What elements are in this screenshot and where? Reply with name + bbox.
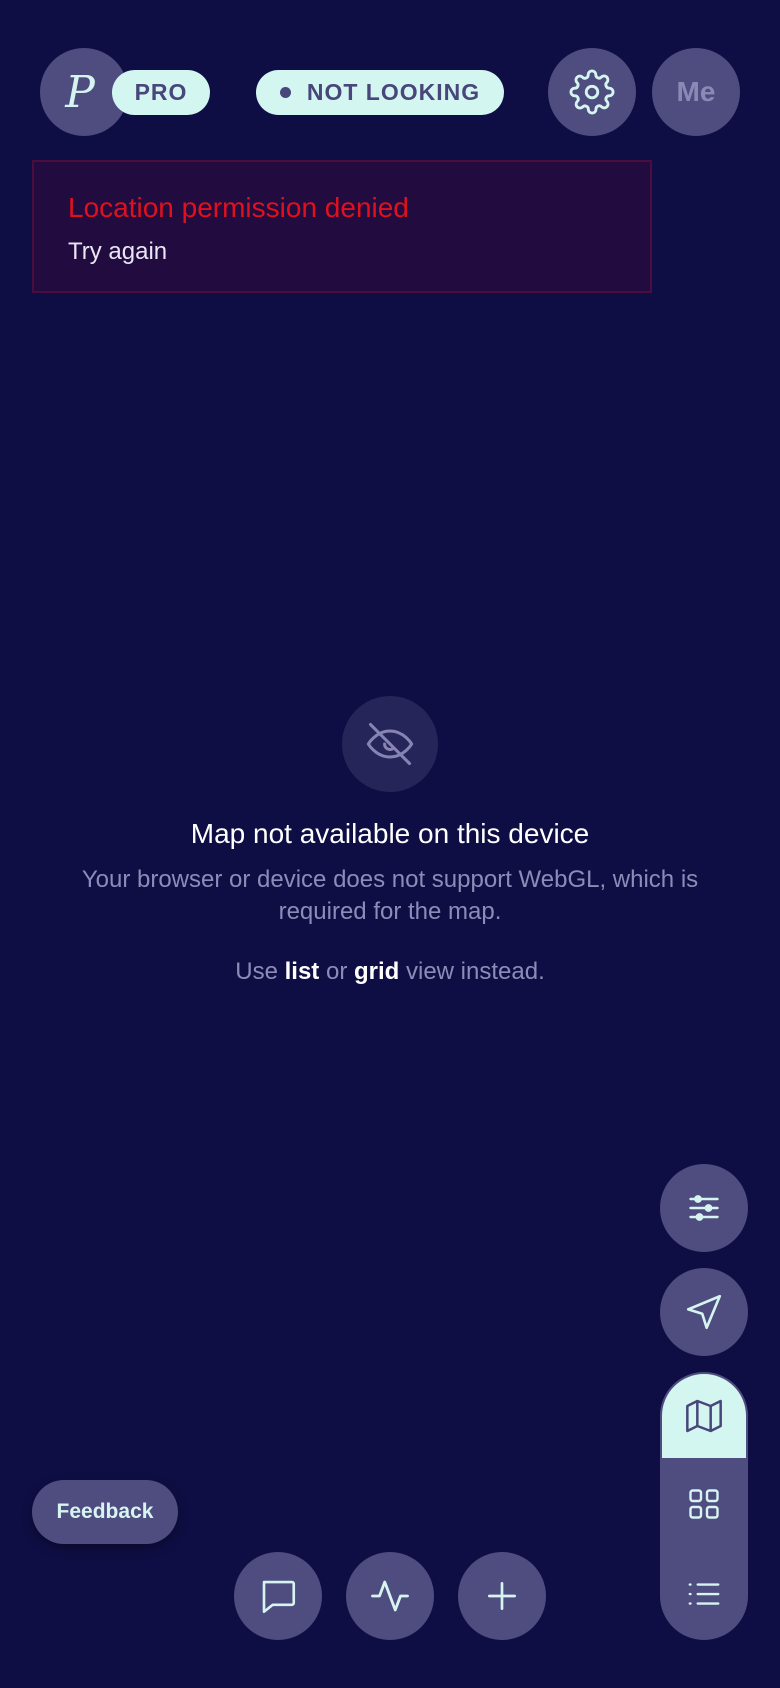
activity-button[interactable] bbox=[346, 1552, 434, 1640]
plus-icon bbox=[487, 1581, 517, 1611]
map-unavailable-description: Your browser or device does not support … bbox=[81, 866, 699, 925]
map-screen: P PRO NOT LOOKING Me Location permission… bbox=[0, 0, 780, 1688]
sliders-icon bbox=[689, 1195, 719, 1221]
gear-icon bbox=[569, 69, 615, 115]
location-error-banner: Location permission denied Try again bbox=[32, 160, 652, 293]
grid-icon bbox=[689, 1489, 719, 1519]
map-unavailable-hint: Use list or grid view instead. bbox=[0, 958, 780, 986]
map-unavailable-title: Map not available on this device bbox=[190, 818, 590, 849]
list-icon bbox=[688, 1583, 720, 1605]
error-title: Location permission denied bbox=[68, 192, 409, 223]
filters-button[interactable] bbox=[660, 1164, 748, 1252]
navigation-arrow-icon bbox=[686, 1294, 722, 1330]
chat-bubble-icon bbox=[262, 1580, 296, 1614]
app-logo: P bbox=[65, 66, 95, 118]
add-button[interactable] bbox=[458, 1552, 546, 1640]
hint-list-word: list bbox=[284, 958, 320, 985]
profile-label: Me bbox=[676, 76, 716, 107]
profile-button[interactable]: Me bbox=[652, 48, 740, 136]
feedback-button[interactable]: Feedback bbox=[32, 1480, 178, 1544]
list-view-option[interactable] bbox=[660, 1550, 748, 1638]
status-label: NOT LOOKING bbox=[306, 79, 481, 105]
map-unavailable-icon-circle bbox=[342, 696, 438, 792]
try-again-link[interactable]: Try again bbox=[68, 238, 167, 266]
hint-suffix: view instead. bbox=[399, 958, 545, 985]
messages-button[interactable] bbox=[234, 1552, 322, 1640]
hint-prefix: Use bbox=[235, 958, 285, 985]
status-toggle[interactable]: NOT LOOKING bbox=[256, 70, 504, 115]
grid-view-option[interactable] bbox=[660, 1460, 748, 1548]
view-mode-switch bbox=[660, 1372, 748, 1640]
eye-off-icon bbox=[366, 722, 414, 766]
pro-badge[interactable]: PRO bbox=[112, 70, 210, 115]
settings-button[interactable] bbox=[548, 48, 636, 136]
status-dot-icon bbox=[279, 87, 291, 98]
map-view-option[interactable] bbox=[660, 1372, 748, 1460]
activity-pulse-icon bbox=[371, 1580, 409, 1612]
hint-or: or bbox=[319, 958, 354, 985]
locate-me-button[interactable] bbox=[660, 1268, 748, 1356]
map-icon bbox=[686, 1399, 722, 1433]
hint-grid-word: grid bbox=[354, 958, 400, 985]
